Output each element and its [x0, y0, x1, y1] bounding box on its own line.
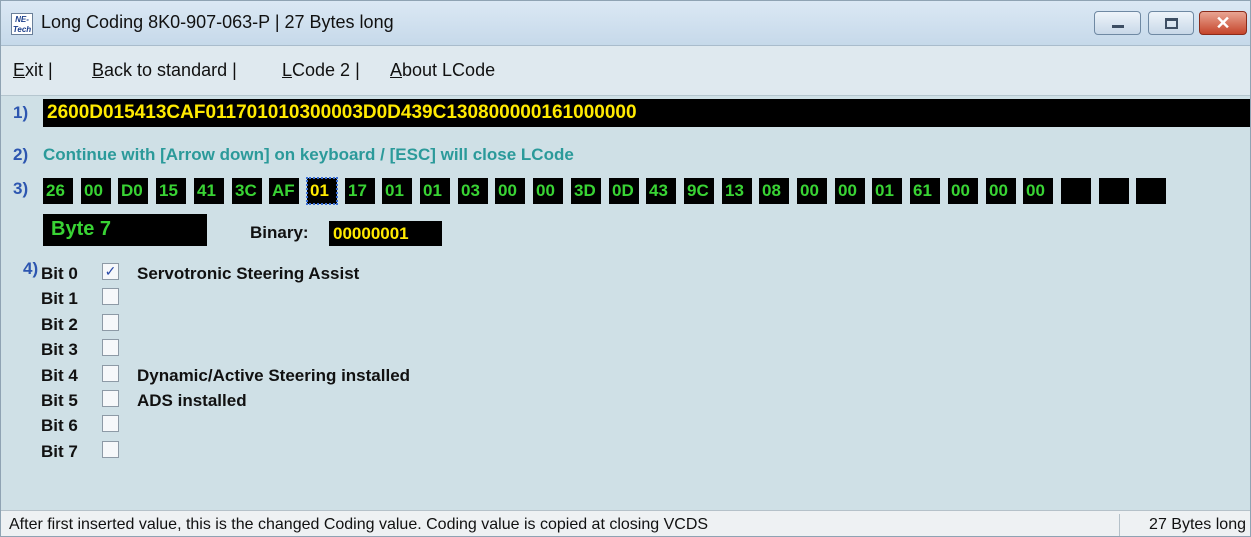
byte-cell[interactable]: 3C: [232, 178, 262, 204]
menu-back-accelerator: B: [92, 60, 105, 80]
bit-checkbox[interactable]: [102, 339, 119, 356]
byte-cell[interactable]: 43: [646, 178, 676, 204]
byte-cell[interactable]: 00: [986, 178, 1016, 204]
bit-checkbox[interactable]: [102, 441, 119, 458]
status-byte-count: 27 Bytes long: [1149, 516, 1246, 533]
step-number-4: 4): [23, 259, 39, 278]
maximize-button[interactable]: [1148, 11, 1194, 35]
menu-back-label: ack to standard: [104, 60, 228, 80]
title-bar[interactable]: NE-Tech Long Coding 8K0-907-063-P | 27 B…: [1, 1, 1250, 46]
byte-cell[interactable]: 00: [1023, 178, 1053, 204]
byte-cell[interactable]: 03: [458, 178, 488, 204]
coding-value-field[interactable]: 2600D015413CAF011701010300003D0D439C1308…: [43, 99, 1250, 127]
bit-checkbox[interactable]: [102, 288, 119, 305]
byte-cell[interactable]: 00: [948, 178, 978, 204]
bit-label: Bit 3: [41, 340, 78, 359]
byte-cell[interactable]: [1099, 178, 1129, 204]
menu-about-label: bout LCode: [402, 60, 496, 80]
byte-cell[interactable]: 08: [759, 178, 789, 204]
menu-bar: Exit | Back to standard | LCode 2 | Abou…: [1, 46, 1250, 96]
byte-cell[interactable]: 00: [533, 178, 563, 204]
byte-cell[interactable]: [1136, 178, 1166, 204]
byte-cell[interactable]: 15: [156, 178, 186, 204]
byte-cell[interactable]: [1061, 178, 1091, 204]
bit-description: Servotronic Steering Assist: [137, 264, 360, 283]
bit-checkbox[interactable]: [102, 415, 119, 432]
byte-cell[interactable]: 00: [835, 178, 865, 204]
instruction-hint: Continue with [Arrow down] on keyboard /…: [43, 145, 574, 164]
selected-byte-label: Byte 7: [43, 214, 207, 246]
menu-lcode-accelerator: L: [282, 60, 293, 80]
binary-label: Binary:: [250, 223, 309, 242]
step-number-1: 1): [13, 103, 29, 122]
bit-checkbox[interactable]: [102, 314, 119, 331]
byte-cell[interactable]: D0: [118, 178, 148, 204]
bit-description: Dynamic/Active Steering installed: [137, 366, 411, 385]
menu-separator: |: [43, 60, 53, 80]
byte-cell[interactable]: 01: [306, 177, 338, 205]
byte-cell[interactable]: 0D: [609, 178, 639, 204]
byte-cell[interactable]: 00: [797, 178, 827, 204]
step-number-2: 2): [13, 145, 29, 164]
bit-label: Bit 4: [41, 366, 78, 385]
bit-label: Bit 7: [41, 442, 78, 461]
status-message: After first inserted value, this is the …: [9, 516, 709, 533]
step-number-3: 3): [13, 179, 29, 198]
maximize-icon: [1165, 18, 1178, 29]
byte-cell[interactable]: 3D: [571, 178, 601, 204]
byte-cell[interactable]: 01: [872, 178, 902, 204]
menu-about-accelerator: A: [390, 60, 403, 80]
bit-label: Bit 6: [41, 416, 78, 435]
byte-cell[interactable]: 13: [722, 178, 752, 204]
bit-label: Bit 2: [41, 315, 78, 334]
close-icon: ✕: [1215, 13, 1231, 33]
menu-lcode-label: Code 2: [292, 60, 351, 80]
byte-cell[interactable]: 17: [345, 178, 375, 204]
checkmark-icon: ✓: [104, 263, 117, 279]
status-bar: After first inserted value, this is the …: [1, 510, 1250, 536]
lcode-window: NE-Tech Long Coding 8K0-907-063-P | 27 B…: [0, 0, 1251, 537]
menu-back-to-standard[interactable]: Back to standard |: [92, 60, 237, 81]
byte-cell[interactable]: 01: [420, 178, 450, 204]
menu-separator: |: [350, 60, 360, 80]
menu-exit-accelerator: E: [13, 60, 26, 80]
bit-checkbox[interactable]: [102, 365, 119, 382]
byte-cell[interactable]: 00: [495, 178, 525, 204]
byte-cell[interactable]: 9C: [684, 178, 714, 204]
menu-lcode-2[interactable]: LCode 2 |: [282, 60, 360, 81]
menu-exit[interactable]: Exit |: [13, 60, 53, 81]
byte-cell[interactable]: 26: [43, 178, 73, 204]
bit-label: Bit 1: [41, 289, 78, 308]
bit-checkbox[interactable]: [102, 390, 119, 407]
byte-cell[interactable]: 61: [910, 178, 940, 204]
menu-separator: |: [227, 60, 237, 80]
bit-checkbox[interactable]: ✓: [102, 263, 119, 280]
app-logo-icon: NE-Tech: [11, 13, 33, 35]
menu-about-lcode[interactable]: About LCode: [390, 60, 495, 81]
byte-cell[interactable]: 01: [382, 178, 412, 204]
byte-cell[interactable]: 41: [194, 178, 224, 204]
byte-cell[interactable]: AF: [269, 178, 299, 204]
status-divider: [1119, 514, 1120, 536]
close-button[interactable]: ✕: [1199, 11, 1247, 35]
minimize-button[interactable]: [1094, 11, 1141, 35]
bit-description: ADS installed: [137, 391, 247, 410]
binary-value-field[interactable]: 00000001: [329, 221, 442, 246]
bit-label: Bit 0: [41, 264, 78, 283]
bit-label: Bit 5: [41, 391, 78, 410]
window-title: Long Coding 8K0-907-063-P | 27 Bytes lon…: [41, 12, 394, 32]
menu-exit-label: xit: [25, 60, 44, 80]
byte-cell[interactable]: 00: [81, 178, 111, 204]
minimize-icon: [1112, 25, 1124, 28]
